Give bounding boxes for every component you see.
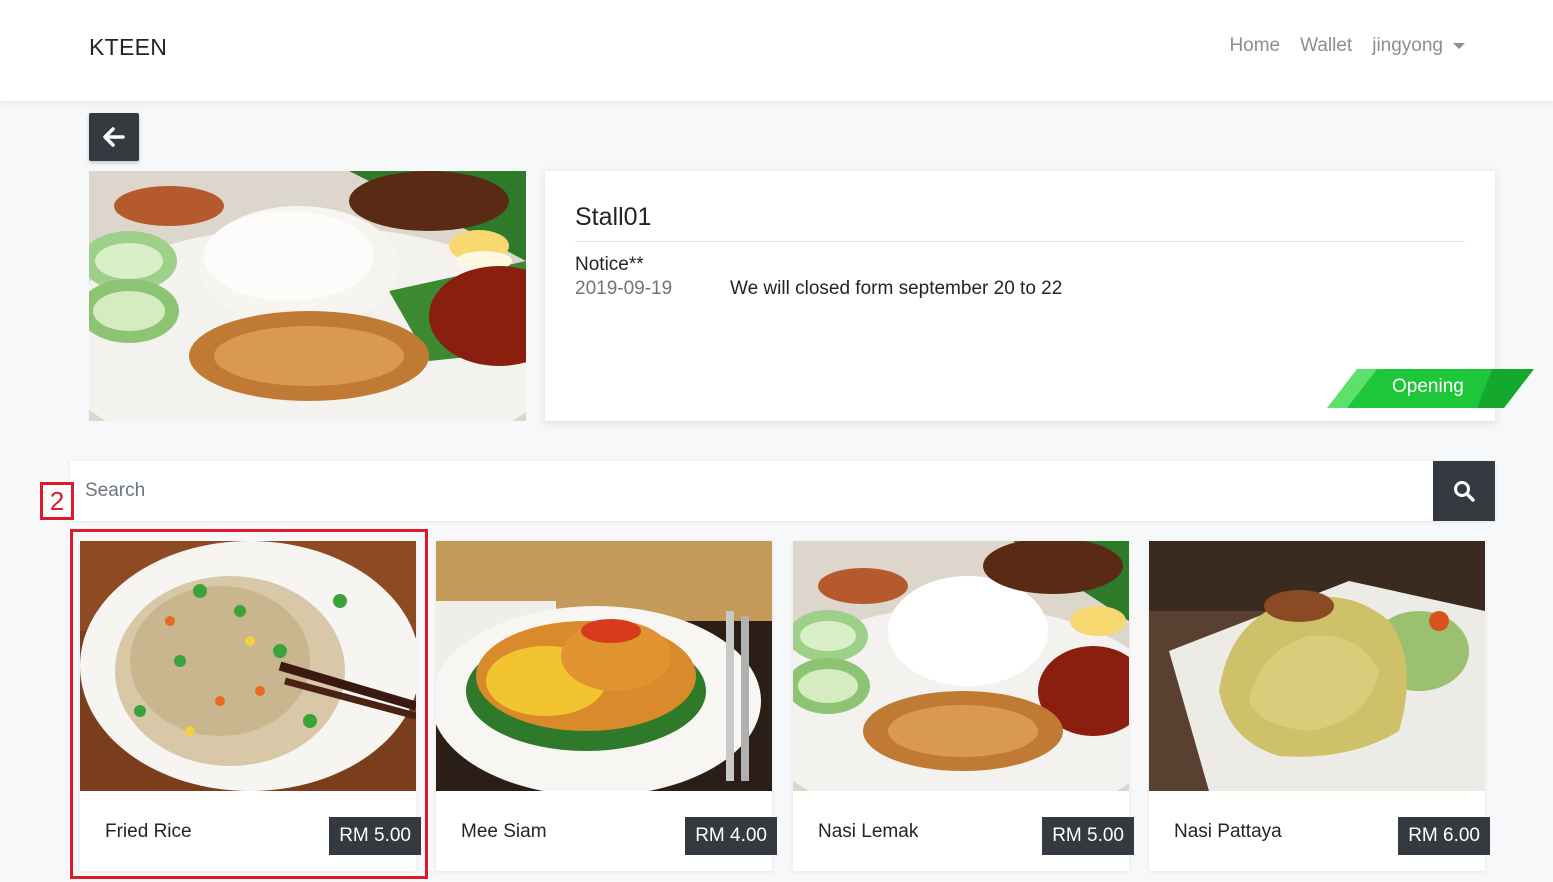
food-name: Fried Rice <box>105 821 192 842</box>
food-image <box>80 541 416 791</box>
stall-image <box>89 171 526 421</box>
food-name: Nasi Lemak <box>818 821 919 842</box>
menu-item-card[interactable]: Nasi Lemak RM 5.00 <box>793 541 1134 871</box>
stall-name: Stall01 <box>575 203 652 231</box>
price-badge: RM 5.00 <box>329 817 421 855</box>
search-icon <box>1454 481 1475 502</box>
nav-wallet-link[interactable]: Wallet <box>1300 35 1352 57</box>
search-button[interactable] <box>1433 461 1495 521</box>
user-name: jingyong <box>1372 35 1443 56</box>
food-image <box>436 541 772 791</box>
menu-item-card[interactable]: Nasi Pattaya RM 6.00 <box>1149 541 1490 871</box>
annotation-label: 2 <box>40 482 74 520</box>
search-bar <box>70 461 1495 521</box>
notice-text: We will closed form september 20 to 22 <box>730 278 1063 299</box>
menu-item-card[interactable]: Mee Siam RM 4.00 <box>436 541 777 871</box>
user-dropdown[interactable]: jingyong <box>1372 35 1465 57</box>
status-badge: Opening <box>1327 369 1534 408</box>
notice-title: Notice** <box>575 254 644 275</box>
food-image <box>1149 541 1485 791</box>
nav-links: Home Wallet jingyong <box>1229 35 1465 57</box>
brand-logo[interactable]: KTEEN <box>89 34 167 61</box>
status-label: Opening <box>1392 376 1464 397</box>
nav-home-link[interactable]: Home <box>1229 35 1280 57</box>
price-badge: RM 6.00 <box>1398 817 1490 855</box>
food-name: Nasi Pattaya <box>1174 821 1282 842</box>
menu-item-card[interactable]: Fried Rice RM 5.00 <box>80 541 421 871</box>
price-badge: RM 4.00 <box>685 817 777 855</box>
divider <box>575 241 1465 242</box>
back-button[interactable] <box>89 113 139 161</box>
caret-down-icon <box>1453 42 1465 49</box>
food-name: Mee Siam <box>461 821 547 842</box>
stall-info-card: Stall01 Notice** 2019-09-19 We will clos… <box>545 171 1534 421</box>
arrow-left-icon <box>103 127 125 147</box>
price-badge: RM 5.00 <box>1042 817 1134 855</box>
search-input[interactable] <box>70 461 1433 521</box>
food-image <box>793 541 1129 791</box>
notice-date: 2019-09-19 <box>575 278 673 299</box>
navbar: KTEEN Home Wallet jingyong <box>0 0 1553 101</box>
